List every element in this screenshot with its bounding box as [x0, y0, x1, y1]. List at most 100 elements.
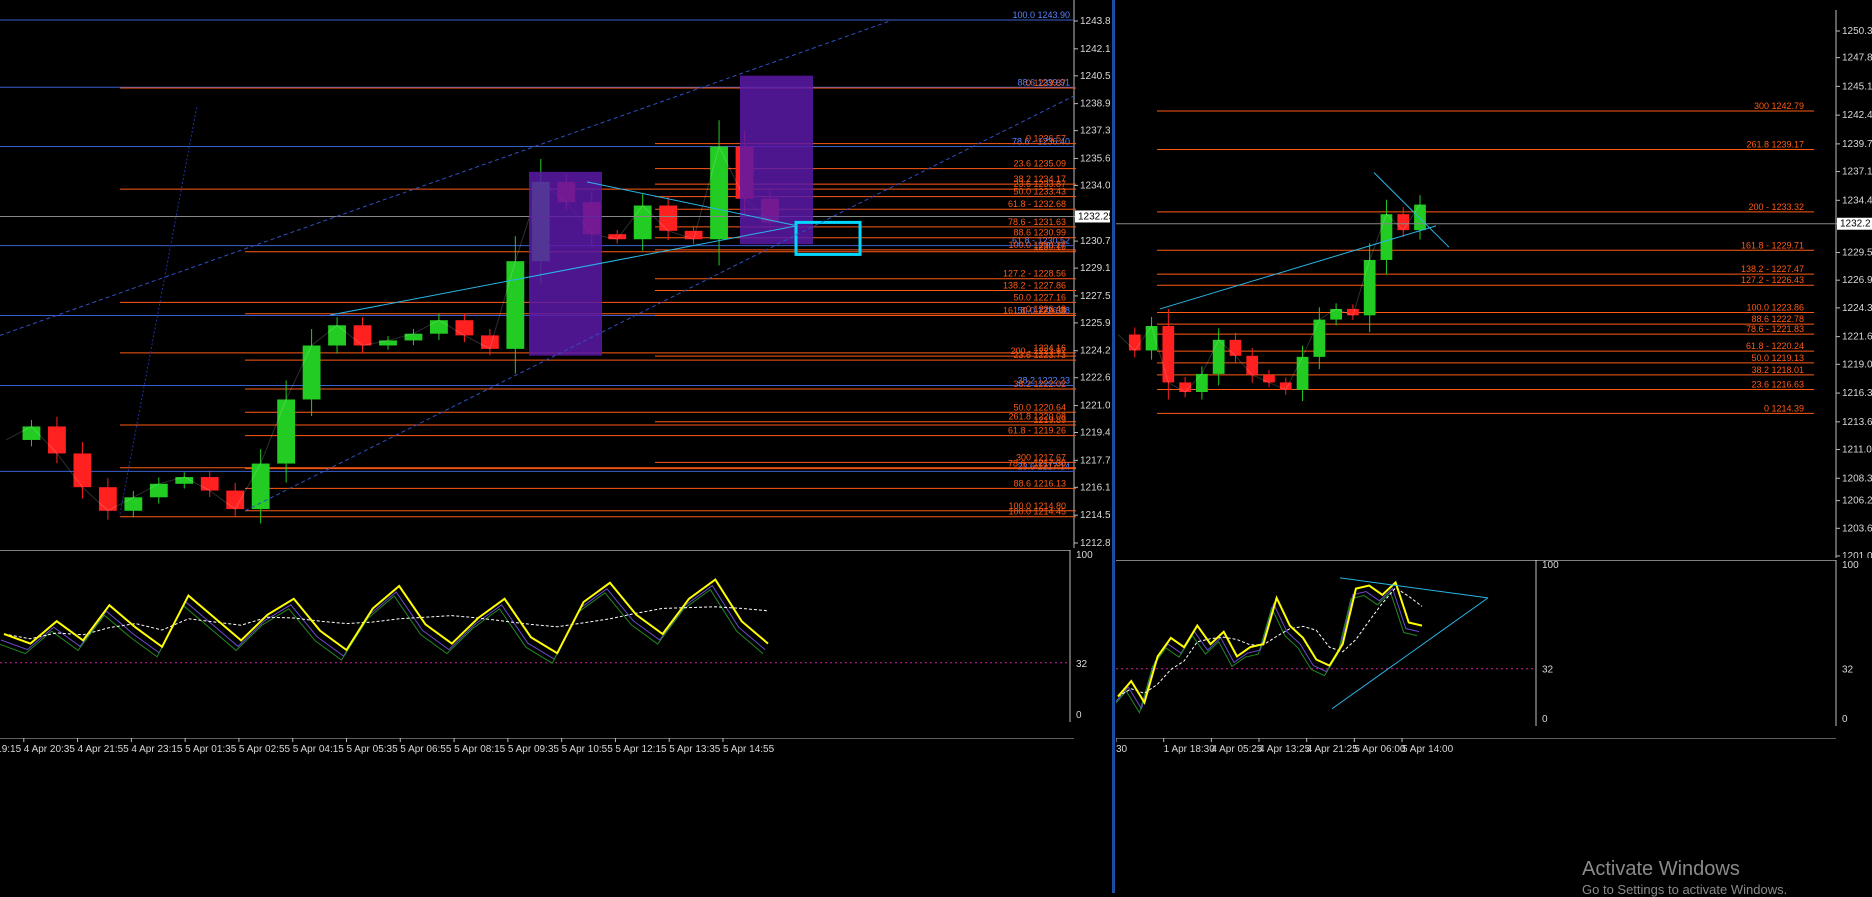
fib-label-orange: 0 1239.87: [1026, 78, 1066, 88]
osc-tick-label: 100: [1542, 560, 1559, 571]
price-tick-label: 1239.7: [1842, 139, 1872, 150]
price-tick-label: 1240.59: [1080, 71, 1110, 82]
fib-label-orange: 23.6 1223.73: [1013, 350, 1066, 360]
price-tick-label: 1203.6: [1842, 523, 1872, 534]
fib-label-orange: 0 1214.39: [1764, 403, 1804, 413]
fib-label-orange: 78.6 - 1221.83: [1746, 324, 1804, 334]
candle-body: [1229, 339, 1242, 356]
price-tick-label: 1230.79: [1080, 236, 1110, 247]
candle-body: [1162, 325, 1175, 383]
time-tick-label: 1 Apr 18:30: [1164, 744, 1216, 755]
fib-label-orange: 138.2 - 1227.47: [1741, 264, 1804, 274]
price-tick-label: 1243.84: [1080, 16, 1110, 27]
price-tick-label: 1212.89: [1080, 538, 1110, 548]
time-tick-label: 5 Apr 06:55: [400, 744, 452, 755]
trendline-right-lower: [1159, 225, 1437, 310]
price-tick-label: 1226.9: [1842, 275, 1872, 286]
candle-body: [659, 205, 678, 231]
osc-tick-label: 100: [1076, 550, 1093, 561]
fib-label-orange: 1230.16: [1033, 242, 1066, 252]
fib-label-orange: 88.6 1230.99: [1013, 228, 1066, 238]
osc-signal-line: [3, 606, 769, 640]
osc-tick-label: 32: [1542, 665, 1554, 676]
candle-body: [1397, 214, 1410, 231]
fib-label-orange: 300 1242.79: [1754, 101, 1804, 111]
fib-label-orange: 161.8 - 1226.38: [1003, 305, 1066, 315]
main-price-chart[interactable]: 1243.84 1242.19 1240.59 1238.94 1237.34 1235.…: [0, 0, 1110, 548]
fib-label-orange: 127.2 - 1228.56: [1003, 269, 1066, 279]
price-tick-label: 1234.4: [1842, 195, 1872, 206]
time-tick-label: 5 Apr 10:55: [562, 744, 614, 755]
candle-body: [353, 325, 372, 346]
time-tick-label: 5 Apr 12:15: [615, 744, 667, 755]
fib-label-orange: 50.0 1233.43: [1013, 187, 1066, 197]
price-tick-label: 1237.34: [1080, 126, 1110, 137]
osc-trendline-lower: [1331, 597, 1489, 710]
channel-line-lower: [244, 95, 1075, 512]
fib-label-orange: 23.6 1216.63: [1751, 380, 1804, 390]
time-tick-label: 5 Apr 08:15: [454, 744, 506, 755]
candle-body: [328, 325, 346, 346]
right-price-chart-svg: 1250.3 1247.8 1245.1 1242.4 1239.7 1237.1 1234…: [1116, 10, 1872, 558]
candle-body: [455, 320, 474, 336]
price-tick-label: 1247.8: [1842, 53, 1872, 64]
candle-body: [1363, 259, 1376, 316]
time-tick-label: 5 Apr 04:15: [293, 744, 345, 755]
fan-line: [119, 105, 198, 515]
fib-label-orange: 38.2 1218.01: [1751, 365, 1804, 375]
candle-body: [1128, 334, 1141, 351]
time-tick-label: 4 Apr 20:35: [24, 744, 76, 755]
osc-tick-label-right: 0: [1842, 714, 1848, 725]
fib-label-orange: 0 1236.57: [1026, 134, 1066, 144]
price-tick-label: 1219.44: [1080, 428, 1110, 439]
osc-tick-label-right: 100: [1842, 560, 1859, 571]
time-tick-label: 5 Apr 14:00: [1402, 744, 1454, 755]
main-time-axis: 4 Apr 19:154 Apr 20:354 Apr 21:554 Apr 2…: [0, 738, 1110, 893]
price-path: [5, 145, 771, 512]
window-divider[interactable]: [1112, 0, 1115, 893]
fib-label-orange: 50.0 1219.13: [1751, 353, 1804, 363]
right-price-chart[interactable]: 1250.3 1247.8 1245.1 1242.4 1239.7 1237.1 1234…: [1116, 10, 1872, 558]
candle-body: [1296, 356, 1309, 390]
candle-body: [1380, 214, 1393, 260]
osc-main-line: [3, 578, 769, 655]
time-tick-label: 5 Apr 09:35: [508, 744, 560, 755]
price-tick-label: 1234.09: [1080, 180, 1110, 191]
fib-label-orange: 127.2 - 1226.43: [1741, 275, 1804, 285]
price-tick-label: 1250.3: [1842, 26, 1872, 37]
price-tick-label: 1229.19: [1080, 263, 1110, 274]
price-tick-label: 1208.3: [1842, 473, 1872, 484]
time-tick-label: 4 Apr 19:15: [0, 744, 22, 755]
price-tick-label: 1213.6: [1842, 417, 1872, 428]
candle-body: [430, 320, 448, 334]
osc-tick-label-right: 32: [1842, 665, 1854, 676]
price-tick-label: 1224.3: [1842, 303, 1872, 314]
candle-body: [124, 497, 143, 511]
candle-body: [1246, 355, 1259, 375]
fib-label-orange: 61.8 - 1232.68: [1008, 199, 1066, 209]
fib-label-orange: 50.0 1227.16: [1013, 292, 1066, 302]
price-tick-label: 1229.5: [1842, 248, 1872, 259]
time-tick-label: 4 Apr 05:25: [1211, 744, 1263, 755]
right-oscillator-pane[interactable]: 100 32 0 100 32 0: [1116, 560, 1872, 738]
candle-body: [226, 490, 245, 510]
price-tick-label: 1242.19: [1080, 44, 1110, 55]
main-oscillator-svg: 100 32 0: [0, 550, 1093, 722]
price-tick-label: 1211.0: [1842, 445, 1872, 456]
fib-label-orange: 88.6 1222.78: [1751, 314, 1804, 324]
fib-label-orange: 78.6 - 1217.30: [1008, 459, 1066, 469]
osc-tick-label: 0: [1076, 710, 1082, 721]
osc-tick-label: 0: [1542, 714, 1548, 725]
time-tick-label: 5 Apr 14:55: [723, 744, 775, 755]
current-price-label: 1232.2: [1840, 219, 1871, 230]
time-tick-label: 4 Apr 13:25: [1259, 744, 1311, 755]
highlight-box-2: [740, 75, 813, 245]
candle-body: [1279, 382, 1292, 390]
candle-body: [277, 399, 296, 464]
price-tick-label: 1245.1: [1842, 81, 1872, 92]
candle-body: [149, 483, 168, 498]
fib-label-orange: 1219.89: [1033, 415, 1066, 425]
main-oscillator-pane[interactable]: 100 32 0: [0, 550, 1110, 738]
price-tick-label: 1235.69: [1080, 153, 1110, 164]
price-tick-label: 1224.29: [1080, 346, 1110, 357]
